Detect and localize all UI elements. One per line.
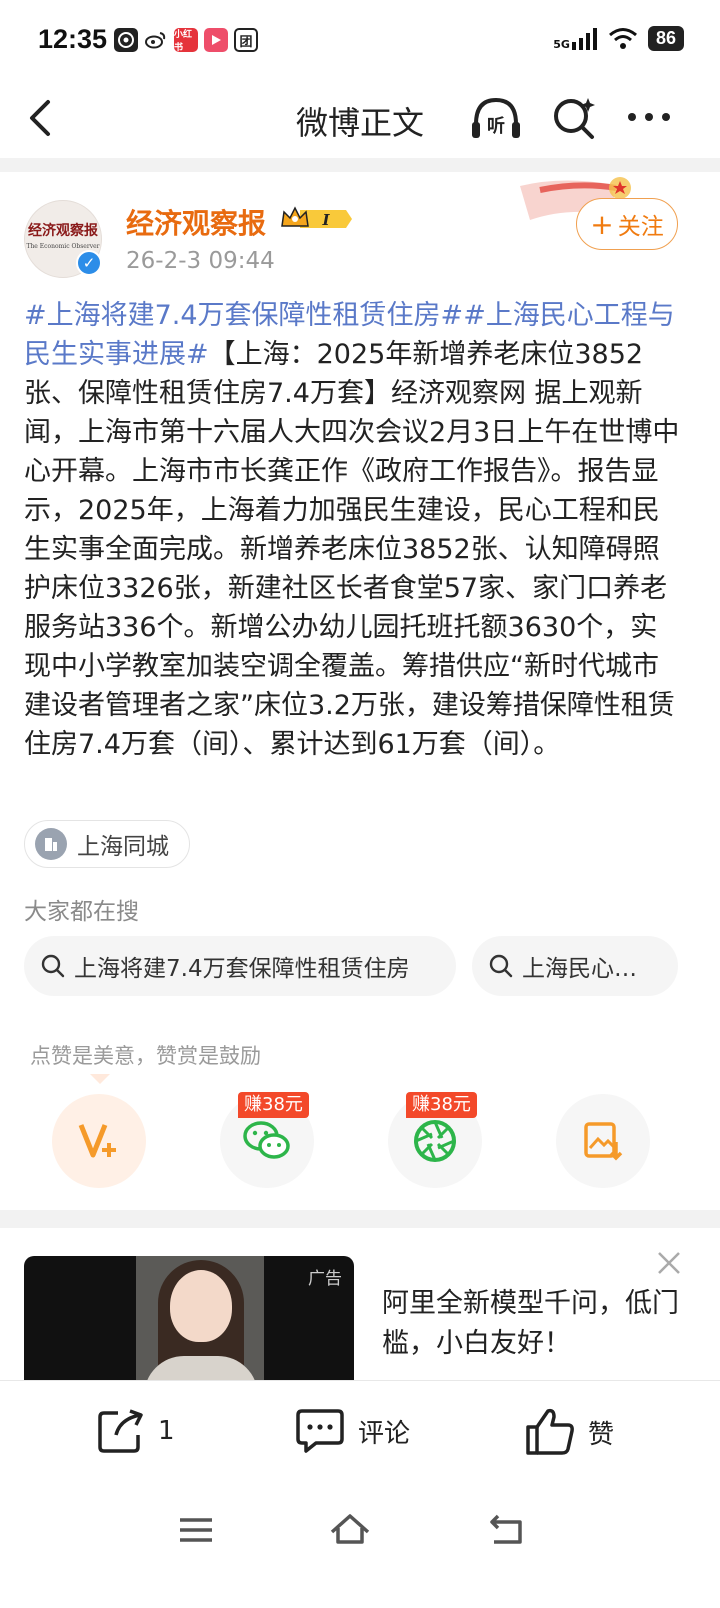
avatar-logo-text: 经济观察报 xyxy=(27,223,98,239)
status-bar: 12:35 小红书 团 5G 86 xyxy=(0,0,720,80)
trending-search-title: 大家都在搜 xyxy=(24,899,139,925)
status-time: 12:35 xyxy=(38,24,108,54)
hashtag-link[interactable]: #上海将建7.4万套保障性租赁住房# xyxy=(24,300,463,331)
signal-icon: 5G xyxy=(553,27,598,51)
search-icon xyxy=(489,954,513,978)
location-tag[interactable]: 上海同城 xyxy=(24,820,190,868)
moments-aperture-icon xyxy=(414,1120,456,1162)
search-chip-label: 上海将建7.4万套保障性租赁住房 xyxy=(74,956,410,982)
member-crown-badge-icon[interactable]: I xyxy=(280,204,352,234)
ad-person-face xyxy=(170,1270,232,1342)
battery-indicator: 86 xyxy=(647,26,684,51)
ad-card[interactable]: 广告 阿里全新模型千问，低门槛，小白友好！ xyxy=(0,1228,720,1388)
location-label: 上海同城 xyxy=(77,834,169,860)
trending-search-chip[interactable]: 上海民心… xyxy=(472,936,678,996)
comment-button[interactable]: 评论 xyxy=(294,1407,410,1455)
close-icon[interactable] xyxy=(656,1250,682,1276)
v-plus-icon xyxy=(78,1124,116,1158)
share-icon xyxy=(98,1409,143,1453)
earn-reward-tag: 赚38元 xyxy=(406,1092,477,1118)
post-body-text: 【上海：2025年新增养老床位3852张、保障性租赁住房7.4万套】经济观察网 … xyxy=(24,339,680,760)
share-count: 1 xyxy=(158,1416,175,1446)
username[interactable]: 经济观察报 xyxy=(126,202,266,242)
wifi-icon xyxy=(609,27,637,49)
more-options-icon[interactable] xyxy=(624,102,674,132)
hint-arrow xyxy=(90,1074,110,1084)
like-button[interactable]: 赞 xyxy=(524,1407,614,1457)
plus-icon: + xyxy=(590,207,614,241)
post-content: #上海将建7.4万套保障性租赁住房##上海民心工程与民生实事进展#【上海：202… xyxy=(24,296,684,764)
divider xyxy=(0,1210,720,1228)
page-title: 微博正文 xyxy=(295,104,424,142)
system-navigation-bar xyxy=(0,1490,720,1608)
comment-label: 评论 xyxy=(358,1418,411,1449)
like-reward-button[interactable] xyxy=(52,1094,146,1188)
save-image-button[interactable] xyxy=(556,1094,650,1188)
back-icon[interactable] xyxy=(486,1510,530,1550)
tuan-icon: 团 xyxy=(234,28,258,52)
like-label: 赞 xyxy=(588,1419,615,1450)
wechat-icon xyxy=(243,1121,290,1159)
svg-text:听: 听 xyxy=(487,115,505,137)
xiaohongshu-icon: 小红书 xyxy=(174,28,198,52)
weibo-icon xyxy=(144,28,168,52)
home-icon[interactable] xyxy=(328,1510,372,1550)
notification-icons: 小红书 团 xyxy=(114,28,258,52)
menu-icon[interactable] xyxy=(174,1510,218,1550)
ad-label: 广告 xyxy=(308,1269,342,1289)
ad-text[interactable]: 阿里全新模型千问，低门槛，小白友好！ xyxy=(382,1284,682,1364)
divider xyxy=(0,158,720,172)
earn-reward-tag: 赚38元 xyxy=(238,1092,309,1118)
search-chip-label: 上海民心… xyxy=(522,956,637,982)
svg-text:I: I xyxy=(321,211,330,229)
thumbs-up-icon xyxy=(526,1408,574,1455)
listen-headphone-icon[interactable]: 听 xyxy=(470,94,522,144)
bottom-action-bar: 1 评论 赞 xyxy=(0,1380,720,1490)
video-icon xyxy=(204,28,228,52)
comment-icon xyxy=(296,1409,344,1453)
search-icon xyxy=(41,954,65,978)
qq-icon xyxy=(114,28,138,52)
image-download-icon xyxy=(584,1122,623,1161)
follow-button[interactable]: + 关注 xyxy=(576,198,678,250)
reward-hint: 点赞是美意，赞赏是鼓励 xyxy=(30,1044,261,1068)
verified-badge-icon: ✓ xyxy=(76,250,102,276)
trending-search-chip[interactable]: 上海将建7.4万套保障性租赁住房 xyxy=(24,936,456,996)
post-timestamp: 26-2-3 09:44 xyxy=(126,248,275,274)
share-button[interactable]: 1 xyxy=(96,1407,175,1455)
network-type: 5G xyxy=(553,37,570,51)
nav-bar: 微博正文 听 xyxy=(0,80,720,156)
search-icon[interactable] xyxy=(550,94,598,142)
follow-label: 关注 xyxy=(617,214,664,240)
building-icon xyxy=(35,828,67,860)
ad-image[interactable]: 广告 xyxy=(24,1256,354,1388)
